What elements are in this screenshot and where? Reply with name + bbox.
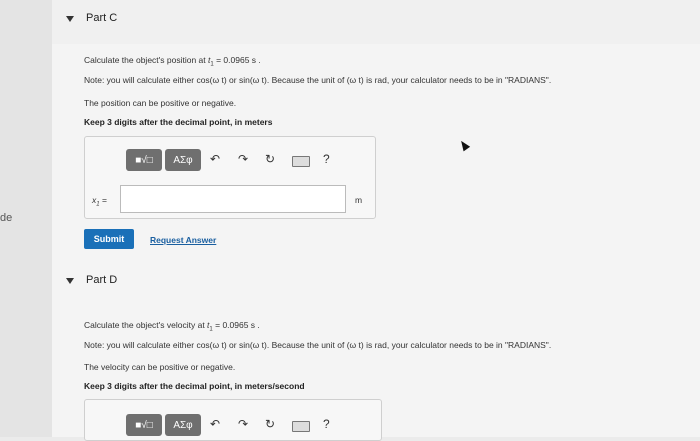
undo-icon[interactable]: ↶ (210, 417, 220, 431)
greek-symbols-button[interactable]: ΑΣφ (165, 414, 201, 436)
part-c-note: Note: you will calculate either cos(ω t)… (84, 75, 552, 85)
templates-button[interactable]: ■√□ (126, 414, 162, 436)
part-c-time-value: = 0.0965 s . (213, 55, 261, 65)
part-d-calc-line: Calculate the object's velocity at t1 = … (84, 320, 260, 333)
request-answer-link[interactable]: Request Answer (150, 235, 216, 245)
part-d-time-value: = 0.0965 s . (212, 320, 260, 330)
position-answer-input[interactable] (120, 185, 346, 213)
part-c-header[interactable]: Part C (52, 0, 700, 44)
sidebar-fragment-text: de (0, 212, 13, 224)
x1-label: x1 = (92, 195, 107, 208)
part-c-calc-line: Calculate the object's position at t1 = … (84, 55, 261, 68)
part-d-calc-prefix: Calculate the object's velocity at (84, 320, 208, 330)
collapse-triangle-icon[interactable] (66, 16, 74, 22)
part-c-instruction: Keep 3 digits after the decimal point, i… (84, 117, 273, 127)
part-d-title: Part D (86, 274, 118, 286)
unit-label: m (355, 195, 363, 205)
part-d-header[interactable]: Part D (52, 262, 700, 306)
redo-icon[interactable]: ↷ (238, 417, 248, 431)
redo-icon[interactable]: ↷ (238, 152, 248, 166)
part-d-note: Note: you will calculate either cos(ω t)… (84, 340, 552, 350)
part-c-calc-prefix: Calculate the object's position at (84, 55, 209, 65)
undo-icon[interactable]: ↶ (210, 152, 220, 166)
part-d-instruction: Keep 3 digits after the decimal point, i… (84, 381, 305, 391)
x1-eq: = (99, 195, 107, 205)
help-icon[interactable]: ? (323, 152, 330, 166)
part-c-sign-note: The position can be positive or negative… (84, 98, 237, 108)
part-d-sign-note: The velocity can be positive or negative… (84, 362, 236, 372)
keyboard-icon[interactable] (292, 421, 310, 432)
left-sidebar: de (0, 0, 52, 437)
reset-icon[interactable]: ↻ (265, 152, 275, 166)
keyboard-icon[interactable] (292, 156, 310, 167)
help-icon[interactable]: ? (323, 417, 330, 431)
collapse-triangle-icon[interactable] (66, 278, 74, 284)
templates-button[interactable]: ■√□ (126, 149, 162, 171)
part-c-title: Part C (86, 12, 118, 24)
greek-symbols-button[interactable]: ΑΣφ (165, 149, 201, 171)
reset-icon[interactable]: ↻ (265, 417, 275, 431)
submit-button[interactable]: Submit (84, 229, 134, 249)
